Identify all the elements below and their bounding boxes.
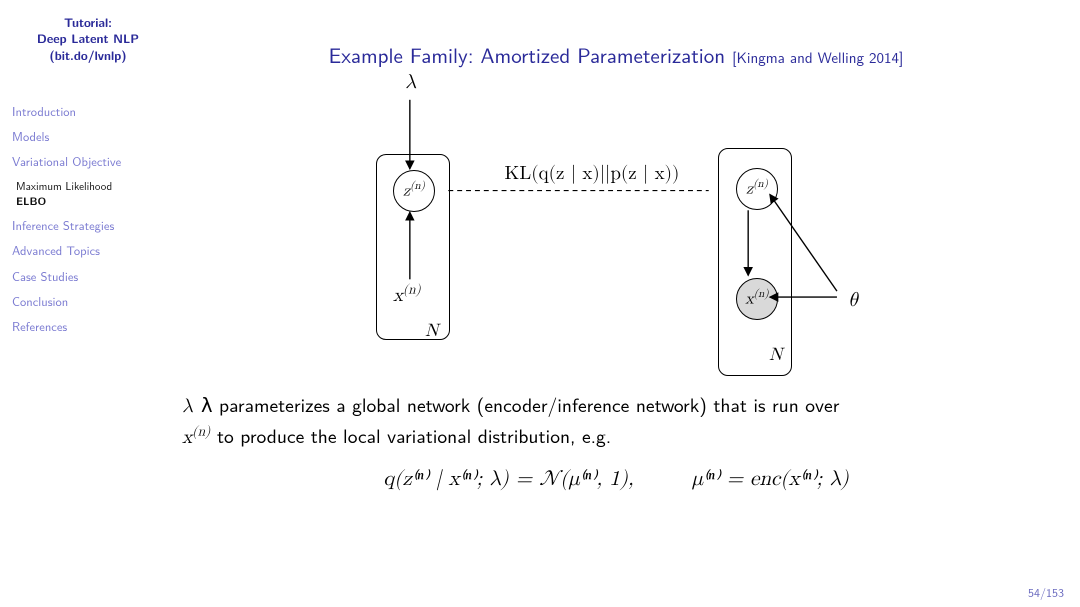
slide-content: Example Family: Amortized Parameterizati… <box>172 0 1080 607</box>
equation-left: q(z⁽ⁿ⁾ | x⁽ⁿ⁾; λ) = 𝒩(μ⁽ⁿ⁾, 1), <box>383 469 634 490</box>
nav-advanced-topics[interactable]: Advanced Topics <box>12 242 164 258</box>
x-sup: (n) <box>403 283 421 297</box>
lambda-label: λ <box>405 70 416 94</box>
outline-sidebar: Tutorial: Deep Latent NLP (bit.do/lvnlp)… <box>0 0 172 607</box>
equation-right: μ⁽ⁿ⁾ = enc(x⁽ⁿ⁾; λ) <box>692 469 849 490</box>
title-line-2: Deep Latent NLP <box>12 30 164 46</box>
theta-label: θ <box>848 288 858 312</box>
node-z-p: z(n) <box>736 168 778 210</box>
node-x-p: x(n) <box>736 278 778 320</box>
node-z-q: z(n) <box>393 170 435 212</box>
nav-conclusion[interactable]: Conclusion <box>12 293 164 309</box>
x-symbol: x <box>393 286 403 305</box>
title-line-1: Tutorial: <box>12 14 164 30</box>
z-sup: (n) <box>410 181 425 192</box>
page-number: 54/153 <box>1028 583 1064 601</box>
kl-label: KL(q(z | x)||p(z | x)) <box>472 162 712 185</box>
nav-introduction[interactable]: Introduction <box>12 103 164 119</box>
title-line-3: (bit.do/lvnlp) <box>12 47 164 63</box>
nav-references[interactable]: References <box>12 318 164 334</box>
tutorial-title: Tutorial: Deep Latent NLP (bit.do/lvnlp) <box>12 14 164 63</box>
z-symbol: z <box>403 184 410 200</box>
slide-title-main: Example Family: Amortized Parameterizati… <box>329 40 725 70</box>
slide-paragraph: λ λ parameterizes a global network (enco… <box>182 390 1050 452</box>
nav-variational-objective[interactable]: Variational Objective <box>12 153 164 169</box>
slide-title: Example Family: Amortized Parameterizati… <box>182 40 1050 70</box>
model-diagram: λ z(n) x(n) N KL(q(z | x)||p(z | x)) z(n… <box>182 76 1050 384</box>
equation: q(z⁽ⁿ⁾ | x⁽ⁿ⁾; λ) = 𝒩(μ⁽ⁿ⁾, 1), μ⁽ⁿ⁾ = e… <box>182 466 1050 492</box>
node-x-q: x(n) <box>393 282 421 307</box>
nav-models[interactable]: Models <box>12 128 164 144</box>
plate-q-count: N <box>425 320 439 342</box>
nav-case-studies[interactable]: Case Studies <box>12 268 164 284</box>
diagram-arrows <box>182 76 1050 384</box>
slide-title-citation: [Kingma and Welling 2014] <box>732 46 903 68</box>
plate-p-count: N <box>769 344 783 366</box>
nav-inference-strategies[interactable]: Inference Strategies <box>12 217 164 233</box>
nav-elbo[interactable]: ELBO <box>16 195 164 209</box>
nav-maximum-likelihood[interactable]: Maximum Likelihood <box>16 179 164 193</box>
